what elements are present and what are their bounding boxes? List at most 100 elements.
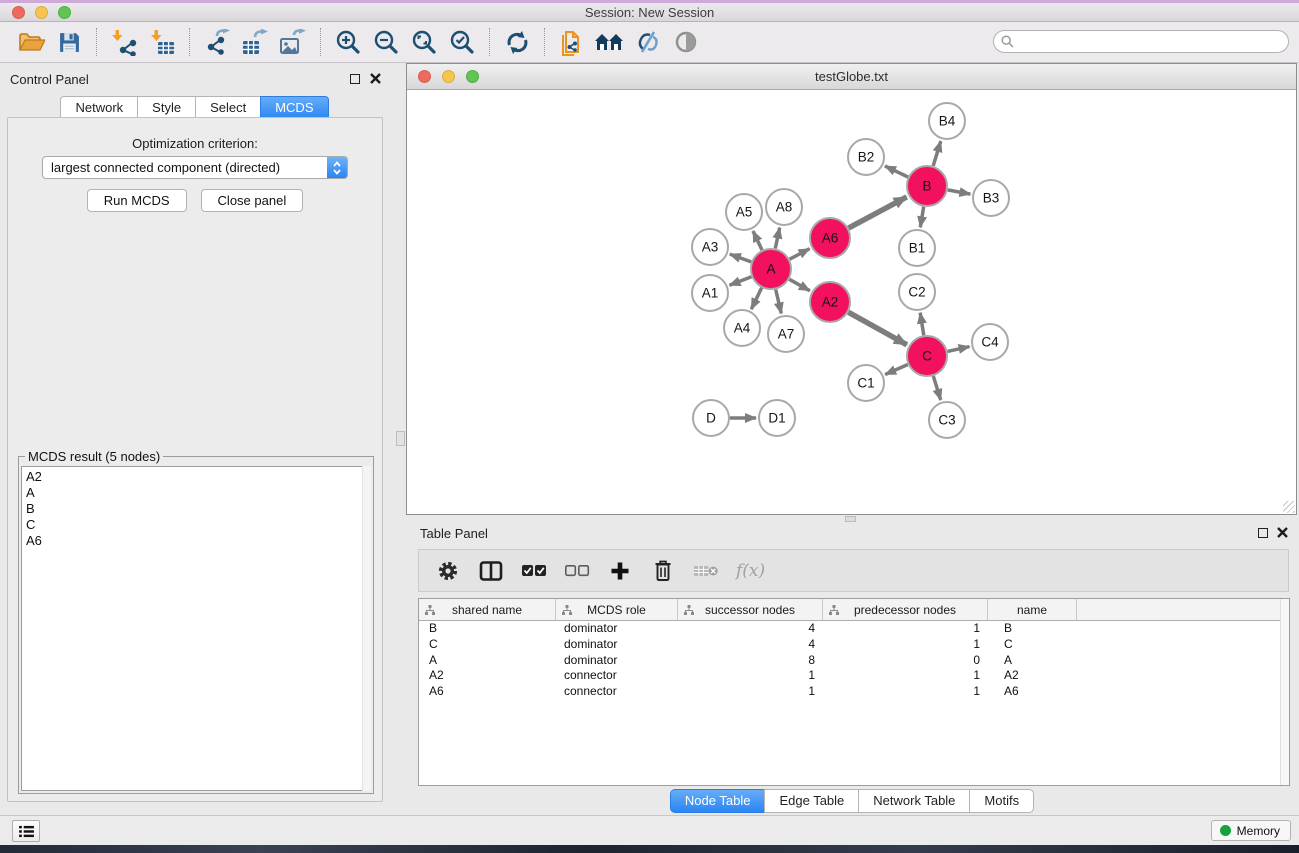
graph-edge-C-C1[interactable] bbox=[885, 365, 908, 375]
zoom-fit-button[interactable] bbox=[405, 25, 443, 59]
graph-edge-A-A2[interactable] bbox=[789, 279, 810, 291]
task-history-button[interactable] bbox=[12, 820, 40, 842]
import-table-button[interactable] bbox=[143, 25, 181, 59]
network-window-titlebar[interactable]: testGlobe.txt bbox=[407, 64, 1296, 90]
duplicate-network-icon bbox=[559, 28, 585, 56]
column-header-label: successor nodes bbox=[705, 603, 795, 617]
show-graphics-details-button[interactable] bbox=[667, 25, 705, 59]
duplicate-network-button[interactable] bbox=[553, 25, 591, 59]
column-header-predecessor-nodes[interactable]: predecessor nodes bbox=[823, 599, 988, 620]
table-tab-node-table[interactable]: Node Table bbox=[670, 789, 766, 813]
graph-node-label-A4: A4 bbox=[734, 321, 751, 336]
resize-grip[interactable] bbox=[1283, 501, 1295, 513]
table-row[interactable]: Bdominator41B bbox=[419, 621, 1289, 637]
tree-icon bbox=[829, 605, 839, 615]
graph-edge-A2-C[interactable] bbox=[848, 312, 907, 345]
mcds-result-item[interactable]: B bbox=[22, 501, 370, 517]
run-mcds-button[interactable]: Run MCDS bbox=[87, 189, 187, 212]
table-cell: A bbox=[419, 653, 556, 669]
mcds-result-item[interactable]: A2 bbox=[22, 467, 370, 485]
mcds-result-item[interactable]: C bbox=[22, 517, 370, 533]
column-header-name[interactable]: name bbox=[988, 599, 1077, 620]
mcds-result-item[interactable]: A6 bbox=[22, 533, 370, 549]
tree-icon bbox=[684, 605, 694, 615]
table-tab-motifs[interactable]: Motifs bbox=[969, 789, 1034, 813]
graph-edge-C-C4[interactable] bbox=[948, 347, 970, 352]
zoom-out-button[interactable] bbox=[367, 25, 405, 59]
close-panel-button[interactable]: Close panel bbox=[201, 189, 304, 212]
table-cell: A bbox=[988, 653, 1077, 669]
table-row[interactable]: Adominator80A bbox=[419, 653, 1289, 669]
network-canvas[interactable]: B4B2BB3A5A8A6A3AB1A1A2C2A4A7C4CC1C3DD1 bbox=[407, 90, 1296, 514]
table-float-panel-icon[interactable] bbox=[1258, 528, 1268, 538]
table-cell: 8 bbox=[678, 653, 823, 669]
graph-edge-A-A1[interactable] bbox=[730, 277, 752, 286]
graph-edge-C-C2[interactable] bbox=[920, 313, 924, 336]
zoom-fit-icon bbox=[411, 29, 437, 55]
first-neighbors-button[interactable] bbox=[591, 25, 629, 59]
mcds-result-list[interactable]: A2ABCA6 bbox=[21, 466, 371, 791]
graph-node-label-A8: A8 bbox=[776, 200, 793, 215]
export-table-icon bbox=[241, 29, 269, 56]
graph-node-label-C4: C4 bbox=[981, 335, 999, 350]
import-network-button[interactable] bbox=[105, 25, 143, 59]
deselect-all-columns-button[interactable] bbox=[564, 558, 590, 584]
graph-edge-A-A7[interactable] bbox=[776, 290, 782, 314]
graph-edge-A-A6[interactable] bbox=[790, 249, 810, 260]
table-cell: 1 bbox=[678, 684, 823, 700]
table-row[interactable]: Cdominator41C bbox=[419, 637, 1289, 653]
mcds-result-scrollbar[interactable] bbox=[362, 466, 371, 791]
table-cell: 1 bbox=[823, 668, 988, 684]
float-panel-icon[interactable] bbox=[350, 74, 360, 84]
main-titlebar: Session: New Session bbox=[0, 3, 1299, 22]
graph-edge-B-B1[interactable] bbox=[920, 207, 923, 228]
toggle-panel-layout-button[interactable] bbox=[478, 558, 504, 584]
list-icon bbox=[19, 825, 34, 838]
refresh-button[interactable] bbox=[498, 25, 536, 59]
table-scrollbar[interactable] bbox=[1280, 599, 1289, 785]
table-tab-network-table[interactable]: Network Table bbox=[858, 789, 970, 813]
save-session-button[interactable] bbox=[50, 25, 88, 59]
column-header-successor-nodes[interactable]: successor nodes bbox=[678, 599, 823, 620]
column-header-mcds-role[interactable]: MCDS role bbox=[556, 599, 678, 620]
table-cell: A2 bbox=[419, 668, 556, 684]
graph-edge-A-A3[interactable] bbox=[730, 254, 751, 262]
table-settings-button[interactable] bbox=[435, 558, 461, 584]
graph-edge-B-B4[interactable] bbox=[933, 141, 941, 166]
export-table-button[interactable] bbox=[236, 25, 274, 59]
open-file-button[interactable] bbox=[12, 25, 50, 59]
destroy-table-button[interactable] bbox=[693, 558, 719, 584]
toolbar-separator bbox=[96, 28, 97, 56]
table-cell: 4 bbox=[678, 637, 823, 653]
zoom-in-button[interactable] bbox=[329, 25, 367, 59]
export-network-button[interactable] bbox=[198, 25, 236, 59]
graph-node-label-B: B bbox=[922, 179, 931, 194]
function-builder-button[interactable]: f(x) bbox=[736, 561, 765, 581]
table-row[interactable]: A2connector11A2 bbox=[419, 668, 1289, 684]
search-input[interactable] bbox=[1018, 35, 1288, 49]
graph-edge-A-A8[interactable] bbox=[775, 228, 779, 249]
delete-columns-button[interactable] bbox=[650, 558, 676, 584]
tree-icon bbox=[562, 605, 572, 615]
close-panel-icon[interactable] bbox=[370, 73, 381, 84]
mcds-result-item[interactable]: A bbox=[22, 485, 370, 501]
graph-edge-C-C3[interactable] bbox=[933, 376, 940, 400]
table-close-panel-icon[interactable] bbox=[1277, 527, 1288, 538]
select-all-columns-button[interactable] bbox=[521, 558, 547, 584]
optimization-criterion-dropdown[interactable]: largest connected component (directed) bbox=[42, 156, 348, 179]
graph-edge-B-B2[interactable] bbox=[885, 166, 908, 177]
column-header-shared-name[interactable]: shared name bbox=[419, 599, 556, 620]
split-divider-handle[interactable] bbox=[396, 431, 405, 446]
zoom-selected-button[interactable] bbox=[443, 25, 481, 59]
hide-labels-button[interactable] bbox=[629, 25, 667, 59]
graph-edge-B-B3[interactable] bbox=[948, 190, 971, 194]
table-row[interactable]: A6connector11A6 bbox=[419, 684, 1289, 700]
table-tab-edge-table[interactable]: Edge Table bbox=[764, 789, 859, 813]
export-image-button[interactable] bbox=[274, 25, 312, 59]
graph-edge-A6-B[interactable] bbox=[849, 197, 907, 228]
add-column-button[interactable] bbox=[607, 558, 633, 584]
search-field[interactable] bbox=[993, 30, 1289, 53]
graph-edge-A-A4[interactable] bbox=[751, 288, 761, 309]
graph-edge-A-A5[interactable] bbox=[753, 231, 762, 250]
memory-button[interactable]: Memory bbox=[1211, 820, 1291, 841]
